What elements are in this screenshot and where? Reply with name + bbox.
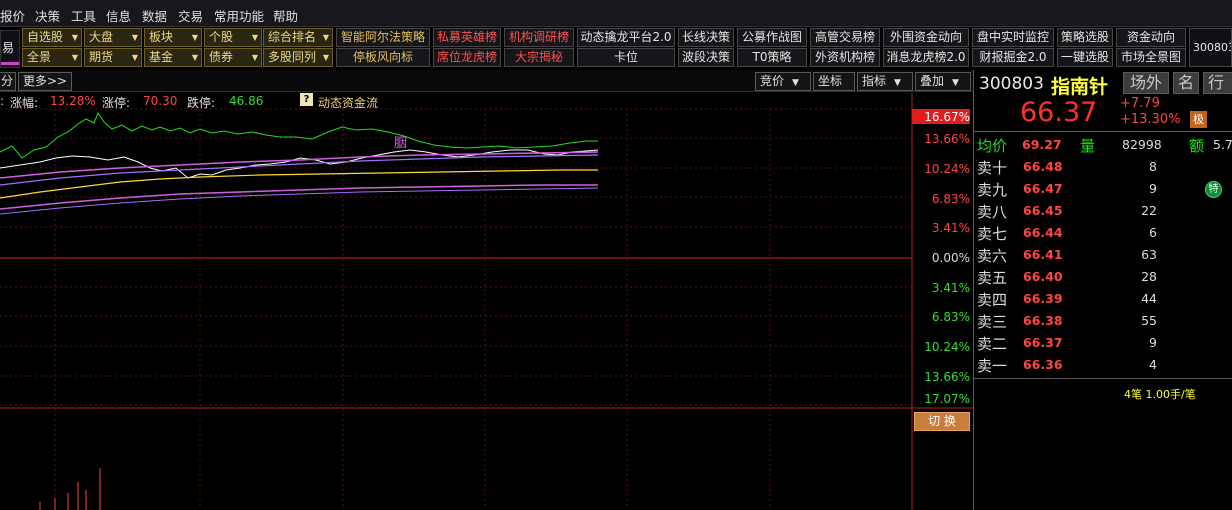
ask-row[interactable]: 卖五 66.40 28 [977,266,1217,288]
pct-label: 10.24% [924,340,970,354]
divider [974,131,1232,132]
trade-summary: 4笔 1.00手/笔 [1124,388,1196,401]
price-change: +7.79 [1120,96,1160,111]
pct-label: 6.83% [931,192,970,206]
volume-bars [39,468,101,510]
price-line [0,111,598,159]
avg-price-value: 69.27 [1022,137,1062,152]
chart-grid [0,93,973,510]
amount-label: 额 [1189,137,1205,155]
stock-code: 300803 [979,74,1044,94]
divider [974,378,1232,379]
ask-row[interactable]: 卖一 66.36 4 [977,354,1217,376]
ask-row[interactable]: 卖三 66.38 55 [977,310,1217,332]
ask-row[interactable]: 卖四 66.39 44 [977,288,1217,310]
volume-value: 82998 [1122,137,1162,152]
avg-price-label: 均价 [977,137,1008,155]
stock-name: 指南针 [1051,76,1109,98]
pct-label: 13.66% [924,132,970,146]
tab-name[interactable]: 名 [1173,72,1199,94]
quote-panel: 300803 指南针 场外 名 行 66.37 +7.79 +13.30% 极 … [973,70,1232,510]
pct-label: 3.41% [931,281,970,295]
ask-row[interactable]: 卖七 66.44 6 [977,222,1217,244]
pct-label: 10.24% [924,162,970,176]
price-change-pct: +13.30% [1120,112,1181,127]
volume-label: 量 [1080,137,1096,155]
ask-row[interactable]: 卖十 66.48 8 [977,156,1217,178]
ask-row[interactable]: 卖九 66.47 9 [977,178,1217,200]
pct-label-zero: 0.00% [931,251,970,265]
pct-label: 13.66% [924,370,970,384]
chart-marker-label: 胭 [394,136,407,151]
ask-row[interactable]: 卖八 66.45 22 [977,200,1217,222]
pct-label: 17.07% [924,392,970,406]
ask-row[interactable]: 卖二 66.37 9 [977,332,1217,354]
tab-offmarket[interactable]: 场外 [1123,72,1169,94]
pct-label: 6.83% [931,310,970,324]
ask-row[interactable]: 卖六 66.41 63 [977,244,1217,266]
amount-value: 5.7 [1213,137,1232,152]
current-price: 66.37 [1020,97,1098,128]
switch-button[interactable]: 切 换 [914,412,970,431]
tab-industry[interactable]: 行 [1203,72,1232,94]
pct-label: 3.41% [931,221,970,235]
special-badge-icon[interactable]: 特 [1205,181,1222,198]
badge-icon[interactable]: 极 [1190,111,1207,128]
pct-label-top: 16.67% [924,110,970,124]
